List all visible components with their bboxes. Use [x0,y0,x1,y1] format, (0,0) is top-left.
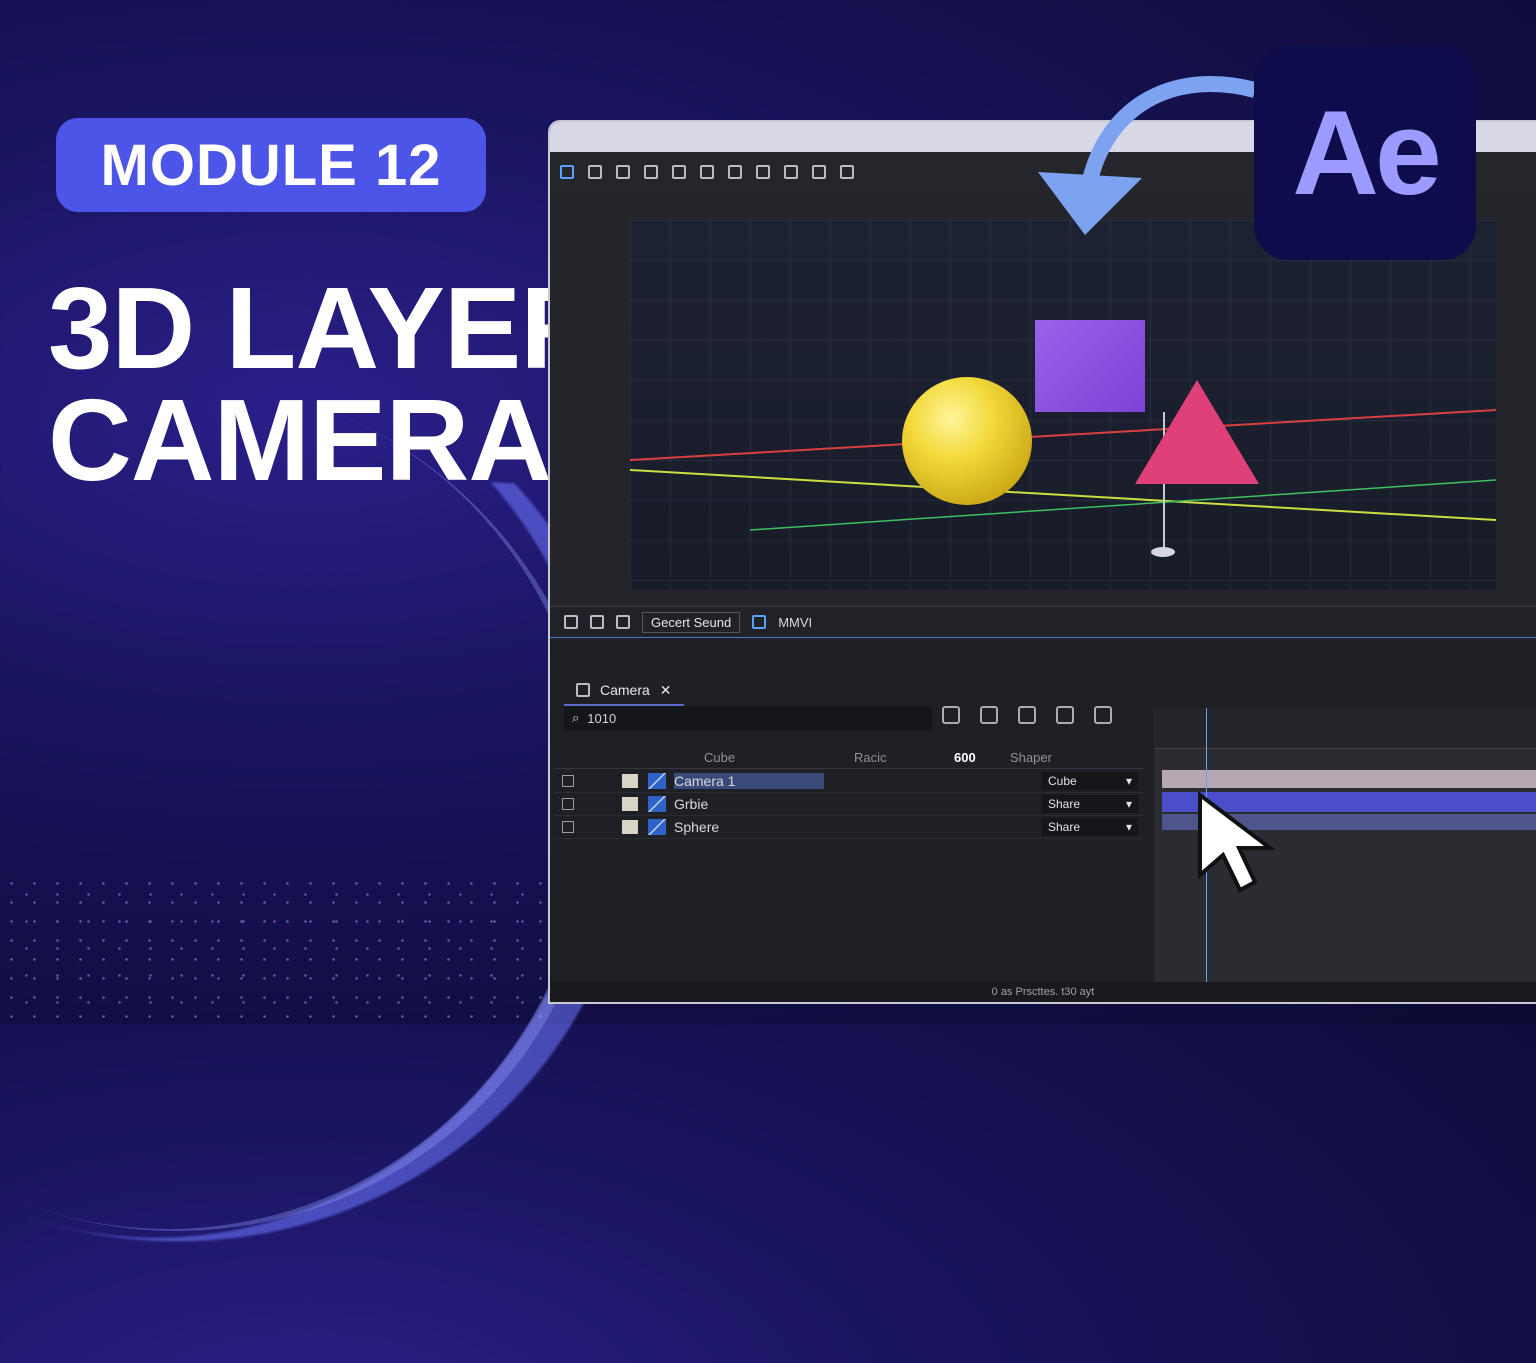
layer-row[interactable]: Grbie Share ▾ [554,793,1144,816]
chevron-down-icon: ▾ [1125,797,1132,811]
tab-label: Camera [600,682,650,698]
zoom-tool-icon[interactable] [616,165,630,179]
shape-layer-icon [648,796,666,812]
text-tool-icon[interactable] [784,165,798,179]
parent-select[interactable]: Share ▾ [1042,795,1138,813]
graph-editor-icon[interactable] [1056,706,1074,724]
viewer-controls: Gecert Seund MMVI [550,606,1536,639]
label-swatch[interactable] [622,797,638,811]
parent-select[interactable]: Cube ▾ [1042,772,1138,790]
layer-name[interactable]: Grbie [674,796,824,812]
label-swatch[interactable] [622,774,638,788]
timecode-search[interactable]: ⌕ 1010 [564,706,932,730]
renderer-tag[interactable]: MMVI [778,615,812,630]
camera-tool-icon[interactable] [672,165,686,179]
puppet-tool-icon[interactable] [840,165,854,179]
close-icon[interactable]: ✕ [660,682,672,699]
layer-row[interactable]: Sphere Share ▾ [554,816,1144,839]
chevron-down-icon: ▾ [1125,774,1132,788]
view-select[interactable]: Gecert Seund [642,611,741,633]
hand-tool-icon[interactable] [588,165,602,179]
selection-tool-icon[interactable] [560,165,574,179]
parent-value: Cube [1048,774,1077,788]
layer-row[interactable]: Camera 1 Cube ▾ [554,770,1144,793]
composition-icon [576,683,590,697]
layer-list: Camera 1 Cube ▾ Grbie Share ▾ Sphere Share… [554,770,1144,839]
timeline-panel: Camera ✕ ⌕ 1010 Cube Racic 600 Shaper Ca… [550,638,1536,1002]
composition-viewer[interactable] [630,220,1496,590]
column-rack[interactable]: Racic [854,750,954,765]
shape-tool-icon[interactable] [728,165,742,179]
module-badge: MODULE 12 [56,118,486,212]
time-ruler[interactable] [1154,708,1536,749]
arrow-shaft [1082,76,1258,183]
column-value[interactable]: 600 [954,750,1010,765]
cube-object[interactable] [1035,320,1145,412]
camera-layer-icon [648,773,666,789]
status-text: 0 as Prscttes. t30 ayt [991,986,1095,998]
tab-camera[interactable]: Camera ✕ [564,676,684,706]
sparkles-decoration [0,874,560,1024]
x-axis-line [630,409,1496,461]
layer-name[interactable]: Sphere [674,819,824,835]
track-bar-camera[interactable] [1162,770,1536,788]
label-swatch[interactable] [622,820,638,834]
arrow-head [1038,172,1142,235]
shape-layer-icon [648,819,666,835]
curved-arrow-icon [1038,76,1258,235]
frame-blend-icon[interactable] [980,706,998,724]
pan-tool-icon[interactable] [700,165,714,179]
column-shape[interactable]: Shaper [1010,750,1052,765]
cursor-shape [1198,790,1276,893]
motion-blur-icon[interactable] [1018,706,1036,724]
draft-3d-icon[interactable] [942,706,960,724]
cube-anchor-base [1151,547,1175,557]
parent-value: Share [1048,797,1081,811]
parent-select[interactable]: Share ▾ [1042,818,1138,836]
pen-tool-icon[interactable] [756,165,770,179]
sphere-object[interactable] [902,377,1032,505]
after-effects-logo: Ae [1254,46,1476,260]
brush-tool-icon[interactable] [812,165,826,179]
mouse-cursor-icon [1198,790,1276,893]
channel-icon[interactable] [752,615,767,629]
visibility-checkbox[interactable] [562,821,574,833]
layer-column-header: Cube Racic 600 Shaper [554,746,1144,769]
shy-layers-icon[interactable] [1094,706,1112,724]
grid-line-green [749,479,1496,531]
visibility-checkbox[interactable] [562,775,574,787]
search-icon: ⌕ [572,710,580,725]
chevron-down-icon: ▾ [1125,820,1132,834]
timeline-switches [942,706,1112,724]
status-bar: 0 as Prscttes. t30 ayt [550,982,1536,1002]
timecode-value: 1010 [587,710,617,726]
layer-name[interactable]: Camera 1 [674,773,824,789]
visibility-checkbox[interactable] [562,798,574,810]
z-axis-line [630,469,1496,521]
pyramid-object[interactable] [1135,380,1259,484]
camera-view-icon[interactable] [616,615,630,629]
parent-value: Share [1048,820,1081,834]
column-name[interactable]: Cube [704,750,854,765]
magnification-icon[interactable] [564,615,578,629]
rotate-tool-icon[interactable] [644,165,658,179]
grid-toggle-icon[interactable] [590,615,604,629]
